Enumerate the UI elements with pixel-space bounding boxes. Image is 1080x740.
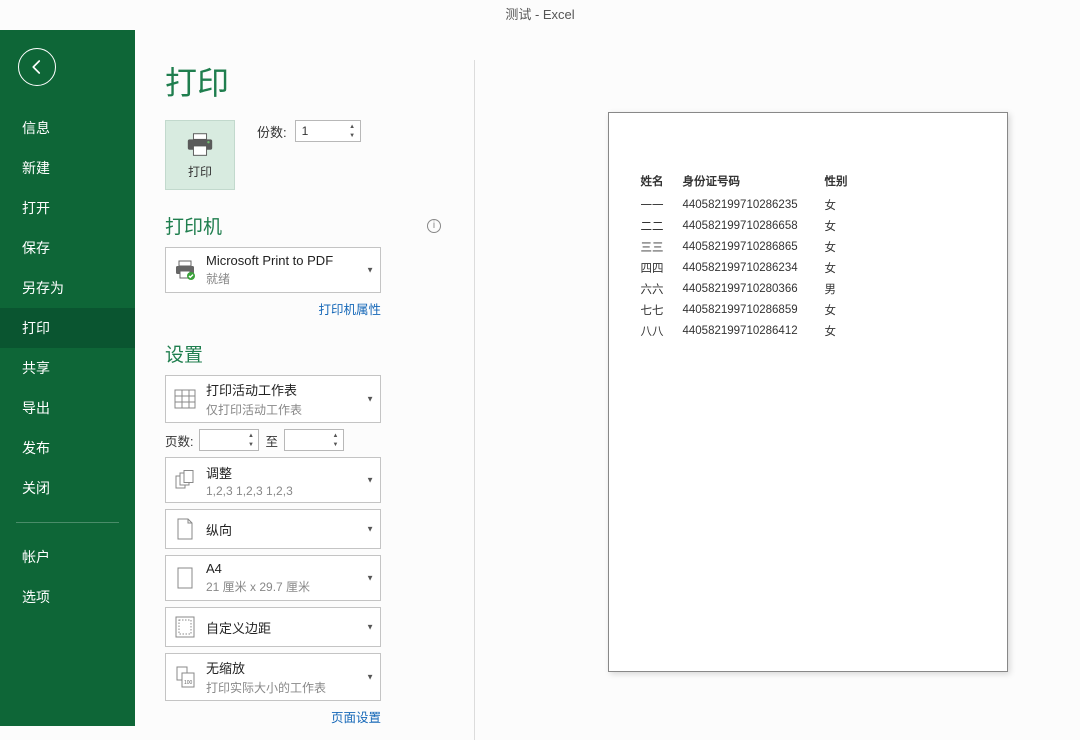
window-title: 测试 - Excel (0, 0, 1080, 30)
col-header-id: 身份证号码 (681, 171, 821, 193)
col-header-name: 姓名 (639, 171, 679, 193)
orient-label: 纵向 (206, 520, 374, 539)
orientation-select[interactable]: 纵向 ▼ (165, 509, 381, 549)
scale-line2: 打印实际大小的工作表 (206, 679, 374, 696)
pages-to-label: 至 (265, 431, 278, 450)
back-button[interactable] (18, 48, 56, 86)
sidebar-item-account[interactable]: 帐户 (0, 537, 135, 577)
chevron-down-icon: ▼ (366, 574, 374, 583)
collate-icon (174, 470, 196, 490)
printer-section-title: 打印机 (165, 212, 222, 239)
sidebar-item-open[interactable]: 打开 (0, 188, 135, 228)
sidebar-item-info[interactable]: 信息 (0, 108, 135, 148)
copies-value: 1 (302, 124, 309, 138)
chevron-down-icon: ▼ (366, 525, 374, 534)
print-button[interactable]: 打印 (165, 120, 235, 190)
back-arrow-icon (28, 58, 46, 76)
scaling-icon: 100 (174, 666, 196, 688)
table-row: 四四440582199710286234女 (639, 258, 856, 277)
printer-icon (185, 131, 215, 159)
scale-line1: 无缩放 (206, 658, 374, 677)
chevron-down-icon: ▼ (366, 673, 374, 682)
page-icon (177, 567, 193, 589)
printer-properties-link[interactable]: 打印机属性 (318, 303, 381, 317)
scope-line1: 打印活动工作表 (206, 380, 374, 399)
printer-select[interactable]: Microsoft Print to PDF 就绪 ▼ (165, 247, 381, 293)
paper-line1: A4 (206, 561, 374, 576)
printer-status: 就绪 (206, 270, 374, 287)
copies-down[interactable]: ▼ (347, 131, 358, 140)
sidebar-item-saveas[interactable]: 另存为 (0, 268, 135, 308)
preview-page: 姓名 身份证号码 性别 一一440582199710286235女二二44058… (608, 112, 1008, 672)
up[interactable]: ▲ (245, 431, 256, 440)
table-row: 七七440582199710286859女 (639, 300, 856, 319)
sidebar-item-publish[interactable]: 发布 (0, 428, 135, 468)
sidebar-item-new[interactable]: 新建 (0, 148, 135, 188)
chevron-down-icon: ▼ (366, 266, 374, 275)
sidebar-item-save[interactable]: 保存 (0, 228, 135, 268)
margins-label: 自定义边距 (206, 618, 374, 637)
sidebar-separator (16, 522, 119, 523)
margins-select[interactable]: 自定义边距 ▼ (165, 607, 381, 647)
svg-text:100: 100 (184, 680, 193, 686)
copies-input[interactable]: 1 ▲▼ (295, 120, 361, 142)
settings-section-title: 设置 (165, 340, 203, 367)
scaling-select[interactable]: 100 无缩放 打印实际大小的工作表 ▼ (165, 653, 381, 701)
print-settings-panel: 打印 打印 份数: 1 ▲▼ (135, 30, 445, 726)
page-from-input[interactable]: ▲▼ (199, 429, 259, 451)
copies-up[interactable]: ▲ (347, 122, 358, 131)
sidebar-item-share[interactable]: 共享 (0, 348, 135, 388)
sidebar-item-close[interactable]: 关闭 (0, 468, 135, 508)
sidebar-item-print[interactable]: 打印 (0, 308, 135, 348)
print-button-label: 打印 (188, 163, 212, 180)
chevron-down-icon: ▼ (366, 395, 374, 404)
table-row: 八八440582199710286412女 (639, 321, 856, 340)
sidebar-item-export[interactable]: 导出 (0, 388, 135, 428)
sidebar-item-options[interactable]: 选项 (0, 577, 135, 617)
page-to-input[interactable]: ▲▼ (284, 429, 344, 451)
scope-line2: 仅打印活动工作表 (206, 401, 374, 418)
print-preview: 姓名 身份证号码 性别 一一440582199710286235女二二44058… (445, 30, 1080, 726)
page-setup-link[interactable]: 页面设置 (331, 711, 381, 725)
chevron-down-icon: ▼ (366, 476, 374, 485)
collate-line1: 调整 (206, 463, 374, 482)
printer-device-icon (173, 258, 197, 282)
col-header-sex: 性别 (823, 171, 856, 193)
copies-label: 份数: (257, 122, 287, 141)
page-title: 打印 (165, 58, 445, 104)
table-row: 一一440582199710286235女 (639, 195, 856, 214)
preview-table: 姓名 身份证号码 性别 一一440582199710286235女二二44058… (637, 169, 858, 342)
margins-icon (175, 616, 195, 638)
table-row: 三三440582199710286865女 (639, 237, 856, 256)
table-row: 六六440582199710280366男 (639, 279, 856, 298)
down[interactable]: ▼ (245, 440, 256, 449)
table-row: 二二440582199710286658女 (639, 216, 856, 235)
printer-name: Microsoft Print to PDF (206, 253, 374, 268)
portrait-icon (176, 518, 194, 540)
backstage-sidebar: 信息 新建 打开 保存 另存为 打印 共享 导出 发布 关闭 帐户 选项 (0, 30, 135, 726)
up[interactable]: ▲ (330, 431, 341, 440)
collate-line2: 1,2,3 1,2,3 1,2,3 (206, 484, 374, 498)
sheet-grid-icon (174, 389, 196, 409)
vertical-divider (474, 60, 475, 740)
paper-line2: 21 厘米 x 29.7 厘米 (206, 578, 374, 595)
chevron-down-icon: ▼ (366, 623, 374, 632)
down[interactable]: ▼ (330, 440, 341, 449)
paper-size-select[interactable]: A4 21 厘米 x 29.7 厘米 ▼ (165, 555, 381, 601)
pages-label: 页数: (165, 431, 193, 450)
print-scope-select[interactable]: 打印活动工作表 仅打印活动工作表 ▼ (165, 375, 381, 423)
collate-select[interactable]: 调整 1,2,3 1,2,3 1,2,3 ▼ (165, 457, 381, 503)
printer-info-icon[interactable]: i (427, 219, 441, 233)
